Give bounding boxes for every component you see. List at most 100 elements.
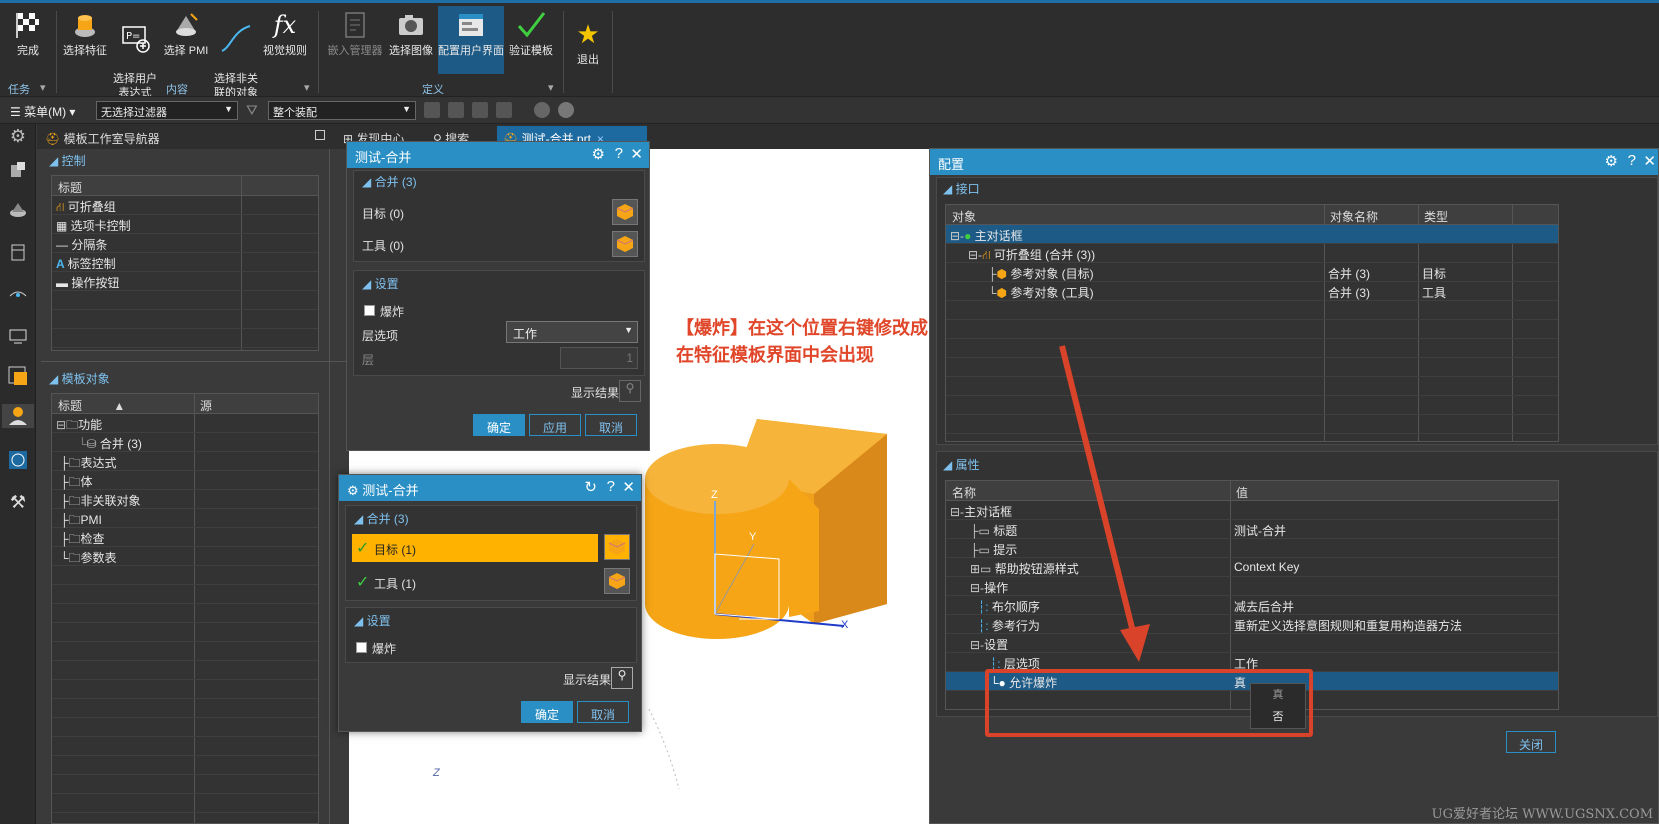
gear-icon[interactable]: ⚙ xyxy=(6,124,30,148)
layer-option-dropdown[interactable]: 工作 ▼ xyxy=(506,321,638,343)
tree-item[interactable]: ├🗀表达式 xyxy=(52,452,318,471)
table-row[interactable]: ⊟-● 主对话框 xyxy=(946,225,1558,244)
list-item[interactable]: — 分隔条 xyxy=(52,234,318,253)
assembly-navigator-icon[interactable] xyxy=(6,198,30,222)
column-header-title[interactable]: 标题 ▲ xyxy=(52,394,194,414)
column-header-object-name[interactable]: 对象名称 xyxy=(1324,205,1418,225)
select-body-icon[interactable] xyxy=(612,199,638,225)
hexagon-icon[interactable] xyxy=(534,102,550,118)
table-row[interactable]: ⊟-主对话框 xyxy=(946,501,1558,520)
table-row[interactable]: ├▭ 标题 测试-合并 xyxy=(946,520,1558,539)
tree-item[interactable]: ├🗀检查 xyxy=(52,528,318,547)
validate-template-button[interactable]: 验证模板 xyxy=(506,8,556,58)
select-pmi-button[interactable]: 选择 PMI xyxy=(162,8,210,58)
target-row[interactable]: ✓ 目标 (1) xyxy=(352,534,598,562)
table-row[interactable]: └⬢ 参考对象 (工具) 合并 (3) 工具 xyxy=(946,282,1558,301)
group-header[interactable]: ◢ 合并 (3) xyxy=(354,510,409,527)
table-row[interactable]: ├⬢ 参考对象 (目标) 合并 (3) 目标 xyxy=(946,263,1558,282)
apply-button[interactable]: 应用 xyxy=(529,414,581,436)
table-row[interactable]: ┆: 参考行为 重新定义选择意图规则和重复用构造器方法 xyxy=(946,615,1558,634)
select-body-icon[interactable] xyxy=(604,534,630,560)
help-icon[interactable]: ? xyxy=(615,145,623,162)
web-browser-icon[interactable] xyxy=(6,448,30,472)
snap-icon[interactable] xyxy=(496,102,512,118)
group-header[interactable]: ◢ 接口 xyxy=(943,180,980,197)
magnifier-icon[interactable]: ⚲ xyxy=(611,667,633,689)
select-body-icon[interactable] xyxy=(604,568,630,594)
table-row[interactable]: ⊟-操作 xyxy=(946,577,1558,596)
dialog-title-bar[interactable]: 测试-合并 ⚙ ? ✕ xyxy=(347,142,649,168)
select-image-button[interactable]: 选择图像 xyxy=(386,8,436,58)
snap-icon[interactable] xyxy=(424,102,440,118)
reset-icon[interactable]: ↻ xyxy=(584,478,597,496)
layer-icon[interactable] xyxy=(6,364,30,388)
monitor-icon[interactable] xyxy=(6,324,30,348)
assembly-scope-dropdown[interactable]: 整个装配 ▼ xyxy=(268,101,416,120)
group-header[interactable]: ◢ 设置 xyxy=(354,612,391,629)
embed-manager-button[interactable]: 嵌入管理器 xyxy=(326,8,384,58)
tree-item[interactable]: └⛁ 合并 (3) xyxy=(52,433,318,452)
tab-template-navigator[interactable]: ⛑ 模板工作室导航器 xyxy=(39,126,166,148)
column-header-type[interactable]: 类型 xyxy=(1418,205,1512,225)
select-body-icon[interactable] xyxy=(612,231,638,257)
list-item[interactable]: A 标签控制 xyxy=(52,253,318,272)
table-row[interactable]: ┆: 布尔顺序 减去后合并 xyxy=(946,596,1558,615)
configure-ui-button[interactable]: 配置用户界面 xyxy=(438,6,504,74)
dialog-title-bar[interactable]: ⚙ 测试-合并 ↻ ? ✕ xyxy=(339,475,641,501)
menu-button[interactable]: ☰ 菜单(M) ▾ xyxy=(10,103,75,120)
table-row[interactable]: ⊞▭ 帮助按钮源样式 Context Key xyxy=(946,558,1558,577)
list-item[interactable]: ▬ 操作按钮 xyxy=(52,272,318,291)
tree-item[interactable]: ├🗀PMI xyxy=(52,509,318,528)
tree-item[interactable]: ├🗀非关联对象 xyxy=(52,490,318,509)
ok-button[interactable]: 确定 xyxy=(521,701,573,723)
visual-rules-button[interactable]: fx 视觉规则 xyxy=(262,8,308,58)
chevron-down-icon[interactable]: ▾ xyxy=(40,81,46,94)
snap-icon[interactable] xyxy=(472,102,488,118)
explode-checkbox[interactable] xyxy=(356,642,367,653)
group-header[interactable]: ◢ 合并 (3) xyxy=(362,173,417,190)
column-header-title[interactable]: 标题 xyxy=(52,176,318,196)
tree-item[interactable]: ⊟🗀功能 xyxy=(52,414,318,433)
gear-icon[interactable]: ⚙ xyxy=(1605,152,1618,170)
help-icon[interactable]: ? xyxy=(1628,152,1636,169)
layer-input[interactable]: 1 xyxy=(560,347,638,369)
magnifier-icon[interactable]: ⚲ xyxy=(619,380,641,402)
help-icon[interactable]: ? xyxy=(607,478,615,495)
group-header[interactable]: ◢ 属性 xyxy=(943,456,980,473)
chevron-down-icon[interactable]: ▾ xyxy=(304,81,310,94)
dialog-title-bar[interactable]: 配置 ⚙ ? ✕ xyxy=(930,149,1658,175)
explode-checkbox[interactable] xyxy=(364,305,375,316)
maximize-icon[interactable] xyxy=(315,130,325,140)
gear-icon[interactable]: ⚙ xyxy=(592,145,605,163)
template-studio-icon[interactable] xyxy=(2,404,34,428)
close-icon[interactable]: ✕ xyxy=(1643,152,1656,170)
tools-icon[interactable]: ⚒ xyxy=(6,490,30,514)
table-row[interactable]: ├▭ 提示 xyxy=(946,539,1558,558)
tree-item[interactable]: └🗀参数表 xyxy=(52,547,318,566)
snap-icon[interactable] xyxy=(448,102,464,118)
ok-button[interactable]: 确定 xyxy=(473,414,525,436)
hexagon-icon[interactable] xyxy=(558,102,574,118)
cancel-button[interactable]: 取消 xyxy=(577,701,629,723)
close-button[interactable]: 关闭 xyxy=(1506,731,1556,753)
column-header-value[interactable]: 值 xyxy=(1230,481,1558,501)
gear-icon[interactable]: ⚙ xyxy=(347,483,362,498)
column-header-source[interactable]: 源 xyxy=(194,394,318,414)
part-navigator-icon[interactable] xyxy=(6,158,30,182)
finish-button[interactable]: 完成 xyxy=(8,8,48,58)
filter-funnel-icon[interactable]: ⛛ xyxy=(246,102,258,119)
view-navigator-icon[interactable] xyxy=(6,282,30,306)
column-header-object[interactable]: 对象 xyxy=(946,205,1324,225)
select-feature-button[interactable]: 选择特征 xyxy=(62,8,108,58)
cancel-button[interactable]: 取消 xyxy=(585,414,637,436)
selection-filter-dropdown[interactable]: 无选择过滤器 ▼ xyxy=(96,101,238,120)
close-icon[interactable]: ✕ xyxy=(630,145,643,163)
template-objects-section-header[interactable]: ◢ 模板对象 xyxy=(41,367,347,387)
table-row[interactable]: ⊟-⛙ 可折叠组 (合并 (3)) xyxy=(946,244,1558,263)
close-icon[interactable]: ✕ xyxy=(622,478,635,496)
tree-item[interactable]: ├🗀体 xyxy=(52,471,318,490)
list-item[interactable]: ⛙ 可折叠组 xyxy=(52,196,318,215)
control-section-header[interactable]: ◢ 控制 xyxy=(41,149,347,169)
chevron-down-icon[interactable]: ▾ xyxy=(548,81,554,94)
group-header[interactable]: ◢ 设置 xyxy=(362,275,399,292)
